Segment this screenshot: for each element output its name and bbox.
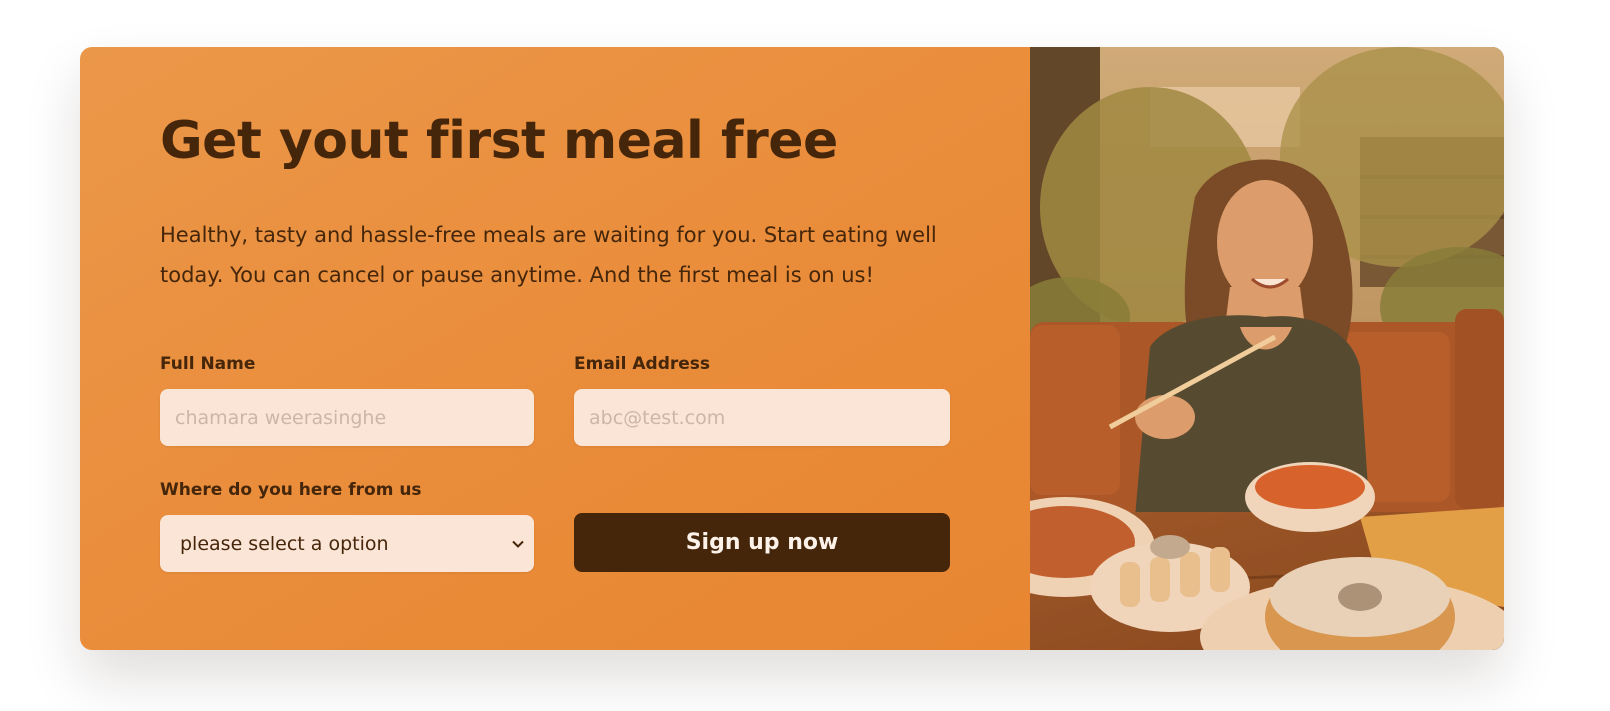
email-label: Email Address bbox=[574, 354, 711, 374]
sign-up-button[interactable]: Sign up now bbox=[574, 513, 950, 572]
source-field: Where do you here from us please select … bbox=[160, 478, 534, 572]
full-name-input[interactable] bbox=[160, 389, 534, 446]
source-select[interactable]: please select a option bbox=[160, 515, 534, 572]
chevron-down-icon bbox=[512, 536, 524, 552]
full-name-label: Full Name bbox=[160, 354, 256, 374]
meal-photo bbox=[1030, 47, 1504, 650]
submit-wrap: Sign up now bbox=[574, 478, 950, 572]
cta-heading: Get yout first meal free bbox=[160, 111, 838, 171]
email-input[interactable] bbox=[574, 389, 950, 446]
email-field: Email Address bbox=[574, 352, 950, 446]
full-name-field: Full Name bbox=[160, 352, 534, 446]
cta-text-box: Get yout first meal free Healthy, tasty … bbox=[80, 47, 1030, 650]
signup-form: Full Name Email Address Where do you her… bbox=[160, 352, 950, 572]
source-label: Where do you here from us bbox=[160, 480, 422, 500]
cta-card: Get yout first meal free Healthy, tasty … bbox=[80, 47, 1504, 650]
cta-description: Healthy, tasty and hassle-free meals are… bbox=[160, 223, 937, 287]
source-select-value: please select a option bbox=[180, 532, 389, 555]
